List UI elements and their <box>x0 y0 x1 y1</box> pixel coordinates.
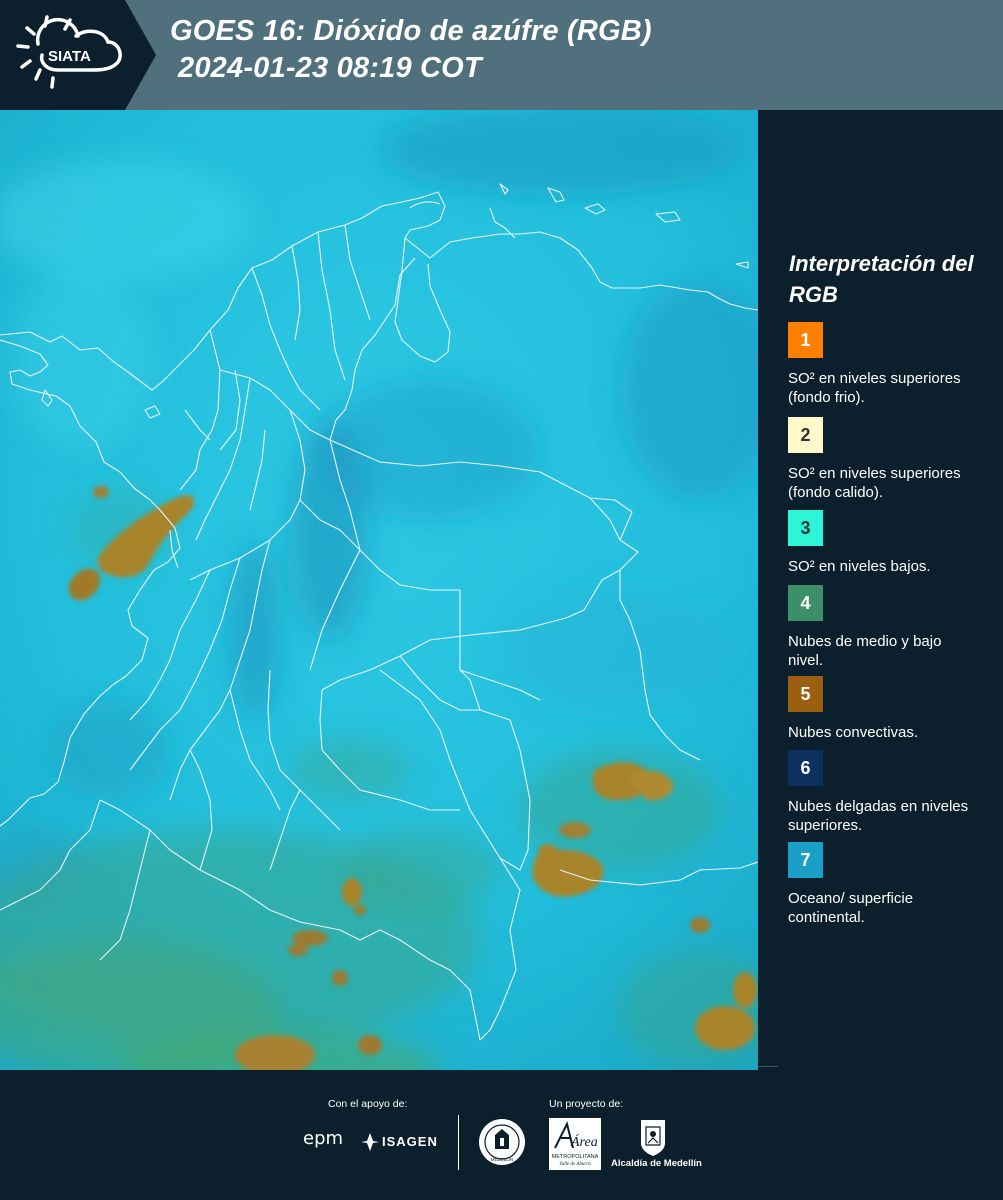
legend-number-4: 4 <box>800 592 811 613</box>
logo-text: SIATA <box>48 48 91 65</box>
siata-logo[interactable]: SIATA <box>0 0 156 110</box>
page-title: GOES 16: Dióxido de azúfre (RGB) <box>170 15 652 47</box>
footer-divider <box>458 1115 459 1170</box>
legend-swatch-4: 4 <box>788 585 823 621</box>
support-label: Con el apoyo de: <box>328 1098 408 1110</box>
rgb-legend: Interpretación del RGB 1 SO² en niveles … <box>758 110 1003 1070</box>
legend-item-7: 7 Oceano/ superficie continental. <box>788 842 988 927</box>
legend-swatch-1: 1 <box>788 322 823 358</box>
legend-item-3: 3 SO² en niveles bajos. <box>788 510 988 595</box>
area-logo-sub: METROPOLITANA <box>552 1154 599 1160</box>
legend-item-6: 6 Nubes delgadas en niveles superiores. <box>788 750 988 835</box>
legend-swatch-3: 3 <box>788 510 823 546</box>
legend-swatch-6: 6 <box>788 750 823 786</box>
medellin-seal-icon[interactable]: MEDELLÍN <box>477 1117 527 1167</box>
legend-item-4: 4 Nubes de medio y bajo nivel. <box>788 585 988 670</box>
seal-text: MEDELLÍN <box>491 1156 514 1162</box>
footer-separator <box>758 1066 778 1067</box>
legend-number-1: 1 <box>800 329 811 350</box>
legend-text-7: Oceano/ superficie continental. <box>788 890 914 926</box>
satellite-map[interactable] <box>0 110 758 1070</box>
legend-number-2: 2 <box>800 424 811 445</box>
legend-item-5: 5 Nubes convectivas. <box>788 676 988 761</box>
header-bar: SIATA GOES 16: Dióxido de azúfre (RGB) 2… <box>0 0 1003 110</box>
area-logo-text: Área <box>570 1133 598 1150</box>
page-timestamp: 2024-01-23 08:19 COT <box>178 52 482 84</box>
alcaldia-label: Alcaldía de Medellín <box>611 1158 702 1169</box>
epm-logo[interactable]: epm <box>303 1128 343 1149</box>
legend-swatch-7: 7 <box>788 842 823 878</box>
legend-number-3: 3 <box>800 517 811 538</box>
legend-item-2: 2 SO² en niveles superiores (fondo calid… <box>788 417 988 513</box>
legend-number-5: 5 <box>800 683 811 704</box>
legend-text-2: SO² en niveles superiores (fondo calido)… <box>788 465 961 501</box>
area-metropolitana-logo[interactable]: Área METROPOLITANA Valle de Aburrá <box>549 1118 601 1170</box>
area-logo-sub2: Valle de Aburrá <box>559 1162 591 1167</box>
legend-swatch-2: 2 <box>788 417 823 453</box>
legend-swatch-5: 5 <box>788 676 823 712</box>
isagen-icon <box>361 1133 379 1151</box>
legend-title: Interpretación del RGB <box>789 251 974 307</box>
legend-number-7: 7 <box>800 849 811 870</box>
alcaldia-crest-icon[interactable] <box>638 1117 668 1157</box>
isagen-logo[interactable]: ISAGEN <box>382 1134 438 1149</box>
legend-text-1: SO² en niveles superiores (fondo frio). <box>788 370 961 406</box>
legend-text-4: Nubes de medio y bajo nivel. <box>788 633 942 669</box>
legend-number-6: 6 <box>800 757 811 778</box>
footer-bar: Con el apoyo de: Un proyecto de: epm ISA… <box>0 1066 1003 1200</box>
legend-item-1: 1 SO² en niveles superiores (fondo frio)… <box>788 322 988 407</box>
legend-text-6: Nubes delgadas en niveles superiores. <box>788 798 969 834</box>
project-label: Un proyecto de: <box>549 1098 624 1110</box>
